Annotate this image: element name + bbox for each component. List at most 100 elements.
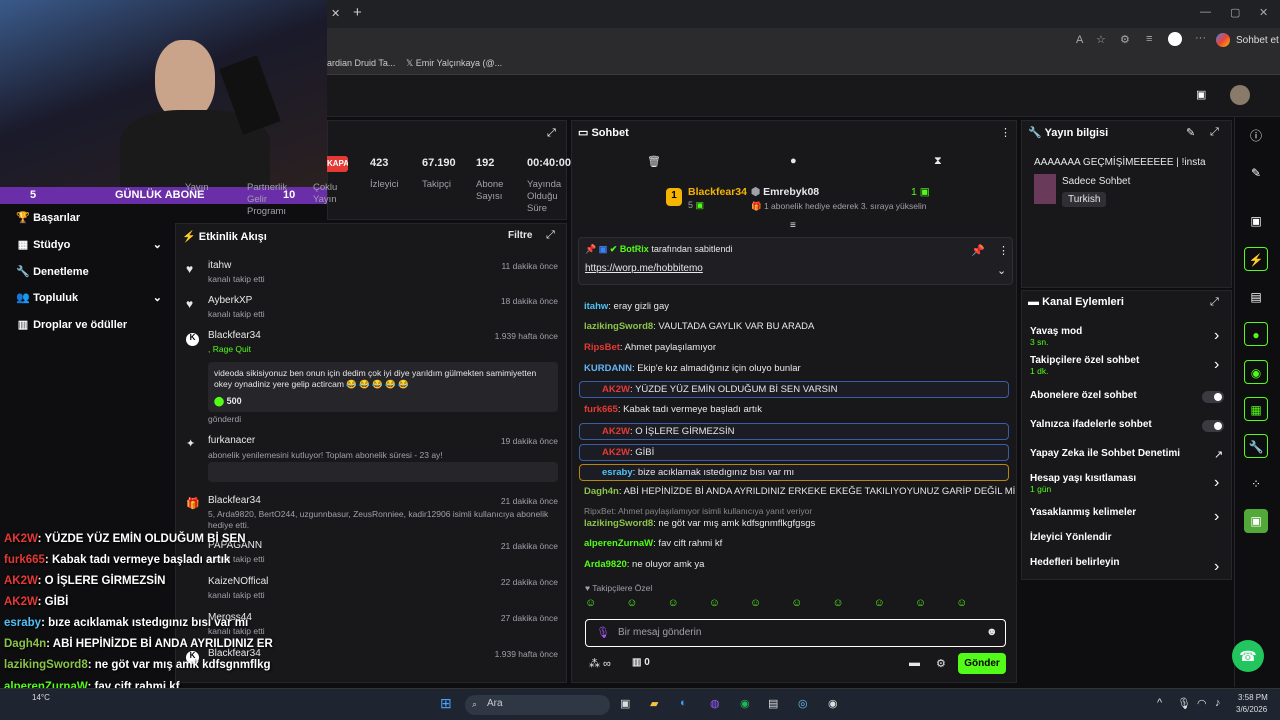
steam-icon[interactable]: ◎	[798, 697, 808, 710]
taskview-icon[interactable]: ▣	[620, 697, 630, 710]
toggle-switch[interactable]	[1202, 420, 1224, 432]
trash-icon[interactable]: 🗑	[647, 155, 661, 168]
pinned-menu-icon[interactable]: ⋮	[998, 244, 1009, 257]
chevron-right-icon[interactable]: ›	[1214, 508, 1219, 526]
edit-icon[interactable]: ✎	[1186, 126, 1195, 139]
points-counter[interactable]: ▥ 0	[632, 657, 650, 668]
sidebar-item-community[interactable]: 👥 Topluluk ⌄	[16, 291, 162, 304]
chevron-right-icon[interactable]: ›	[1214, 356, 1219, 374]
top-gifter-name[interactable]: Blackfear34	[688, 186, 747, 198]
chat-username[interactable]: RipsBet	[584, 342, 620, 353]
chevron-down-icon[interactable]: ⌄	[997, 264, 1006, 277]
chat-username[interactable]: furk665	[584, 404, 618, 415]
chat-input[interactable]: 🎙 Bir mesaj gönderin ☻	[585, 619, 1006, 647]
close-window-icon[interactable]: ✕	[1259, 6, 1268, 19]
extensions-icon[interactable]: ⚙	[1120, 33, 1130, 46]
tab-close-icon[interactable]: ✕	[331, 7, 340, 20]
profile-avatar[interactable]	[1168, 32, 1182, 46]
pencil-icon[interactable]: ✎	[1244, 161, 1268, 185]
media-icon[interactable]: ▣	[1244, 509, 1268, 533]
chevron-right-icon[interactable]: ›	[1214, 558, 1219, 576]
mic-icon[interactable]: 🎙	[596, 626, 610, 639]
channel-action-item[interactable]: Yavaş mod 3 sn.	[1030, 326, 1082, 347]
bookmark-item[interactable]: 𝕏 Emir Yalçınkaya (@...	[406, 58, 502, 69]
pin-icon[interactable]: 📌	[971, 244, 985, 257]
obs-icon[interactable]: ◉	[828, 697, 838, 710]
expand-icon[interactable]: ⤢	[1210, 126, 1219, 139]
favorite-icon[interactable]: ☆	[1096, 33, 1106, 46]
windows-start-icon[interactable]: ⊞	[440, 695, 452, 712]
spotify-icon[interactable]: ◉	[740, 697, 750, 710]
edge-icon[interactable]: ◐	[680, 697, 687, 709]
lightning-icon[interactable]: ⚡	[1244, 247, 1268, 271]
collapse-icon[interactable]: ≡	[790, 220, 796, 231]
maximize-icon[interactable]: ▢	[1230, 6, 1240, 19]
category-name[interactable]: Sadece Sohbet	[1062, 176, 1130, 187]
emote-row[interactable]: ☺☺☺☺☺☺☺☺☺☺	[585, 597, 1005, 613]
volume-icon[interactable]: ♪	[1215, 697, 1221, 709]
chat-options-icon[interactable]: ▬	[909, 657, 920, 669]
channel-action-item[interactable]: Yasaklanmış kelimeler	[1030, 507, 1136, 518]
external-link-icon[interactable]: ↗	[1214, 448, 1223, 461]
toggle-switch[interactable]	[1202, 391, 1224, 403]
user-avatar[interactable]	[1230, 85, 1250, 105]
chat-username[interactable]: itahw	[584, 301, 608, 312]
sidebar-item-achievements[interactable]: 🏆 Başarılar	[16, 211, 80, 224]
taskbar-search[interactable]: Ara	[465, 695, 610, 715]
second-gifter[interactable]: ⬢ Emrebyk08	[751, 186, 819, 198]
document-icon[interactable]: ▤	[1244, 285, 1268, 309]
settings-icon[interactable]: ⚙	[936, 657, 946, 670]
channel-action-item[interactable]: Takipçilere özel sohbet 1 dk.	[1030, 355, 1139, 376]
terminal-icon[interactable]: ▤	[768, 697, 778, 710]
broadcast-icon[interactable]: ◉	[1244, 360, 1268, 384]
minimize-icon[interactable]: —	[1200, 6, 1211, 18]
camera-icon[interactable]: ▣	[1196, 88, 1206, 101]
bookmark-item[interactable]: ardian Druid Ta...	[327, 58, 395, 68]
chat-menu-icon[interactable]: ⋮	[1000, 126, 1011, 139]
sidebar-item-studio[interactable]: ▦ Stüdyo ⌄	[16, 238, 162, 251]
read-aloud-icon[interactable]: A	[1076, 34, 1083, 46]
channel-action-item[interactable]: Yalnızca ifadelerle sohbet	[1030, 419, 1152, 430]
chat-username[interactable]: lazikingSword8	[584, 518, 653, 529]
chat-username[interactable]: alperenZurnaW	[584, 538, 653, 549]
clock-date[interactable]: 3/6/2026	[1236, 705, 1267, 714]
pinned-link[interactable]: https://worp.me/hobbitemo	[585, 263, 703, 274]
hourglass-icon[interactable]: ⧗	[934, 155, 942, 168]
expand-icon[interactable]: ⤢	[546, 229, 555, 242]
chat-username[interactable]: Arda9820	[584, 559, 627, 570]
channel-action-item[interactable]: İzleyici Yönlendir	[1030, 532, 1112, 543]
chat-username[interactable]: esraby	[602, 467, 633, 478]
chat-username[interactable]: AK2W	[602, 426, 630, 437]
send-button[interactable]: Gönder	[958, 653, 1006, 674]
emoji-icon[interactable]: ☻	[986, 626, 998, 638]
discord-icon[interactable]: ◍	[710, 697, 720, 710]
expand-icon[interactable]: ⤢	[547, 127, 556, 140]
tray-up-icon[interactable]: ^	[1157, 697, 1162, 709]
copilot-icon[interactable]	[1216, 33, 1230, 47]
chat-icon[interactable]: ●	[1244, 322, 1268, 346]
chat-username[interactable]: AK2W	[602, 447, 630, 458]
channel-action-item[interactable]: Abonelere özel sohbet	[1030, 390, 1137, 401]
chevron-right-icon[interactable]: ›	[1214, 474, 1219, 492]
channel-action-item[interactable]: Yapay Zeka ile Sohbet Denetimi	[1030, 448, 1180, 459]
support-icon[interactable]: ☎	[1232, 640, 1264, 672]
mic-tray-icon[interactable]: 🎙	[1177, 697, 1191, 710]
collections-icon[interactable]: ≡	[1146, 33, 1152, 45]
chat-bubble-icon[interactable]: ●	[790, 155, 797, 167]
chat-username[interactable]: Dagh4n	[584, 486, 619, 497]
folder-icon[interactable]: ▰	[650, 697, 658, 710]
chevron-right-icon[interactable]: ›	[1214, 327, 1219, 345]
layout-icon[interactable]: ▦	[1244, 397, 1268, 421]
wifi-icon[interactable]: ◠	[1197, 697, 1207, 710]
chat-username[interactable]: AK2W	[602, 384, 630, 395]
expand-icon[interactable]: ⤢	[1210, 296, 1219, 309]
clock-time[interactable]: 3:58 PM	[1238, 693, 1268, 702]
more-icon[interactable]: ···	[1195, 32, 1206, 44]
channel-action-item[interactable]: Hedefleri belirleyin	[1030, 557, 1119, 568]
camera-icon[interactable]: ▣	[1244, 209, 1268, 233]
chat-username[interactable]: KURDANN	[584, 363, 632, 374]
wrench-icon[interactable]: 🔧	[1244, 434, 1268, 458]
sidebar-item-drops[interactable]: ▥ Droplar ve ödüller	[16, 318, 127, 331]
filter-button[interactable]: Filtre	[508, 230, 532, 241]
channel-action-item[interactable]: Hesap yaşı kısıtlaması 1 gün	[1030, 473, 1136, 494]
